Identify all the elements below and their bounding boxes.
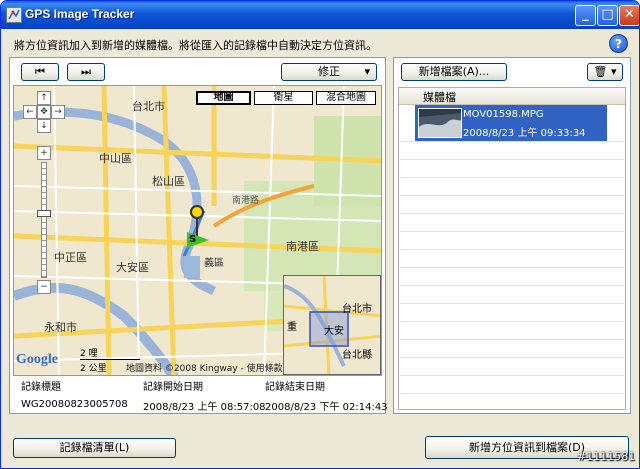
media-list-header[interactable]: 媒體檔 [399,88,625,105]
row-divider [400,159,624,160]
map-view[interactable]: ↑ ← ✥ → ↓ + − 台北市 中山區 松山區 南港區 中正區 大安區 義區… [13,85,382,376]
add-file-button[interactable]: 新增檔案(A)... [401,63,507,81]
row-divider [400,249,624,250]
scale-miles: 2 哩 [80,346,140,360]
zoom-slider-track[interactable] [41,162,47,278]
previous-button[interactable]: ⏮ [21,63,59,81]
log-start-header: 記錄開始日期 [143,382,203,393]
row-divider [400,213,624,214]
media-date: 2008/8/23 上午 09:33:34 [463,128,586,139]
correct-dropdown[interactable]: 修正 ▾ [281,63,377,81]
map-label-road: 南港路 [232,196,260,206]
row-divider [400,303,624,304]
trash-icon: 🗑 [593,65,608,78]
map-label-zhongshan: 中山區 [99,152,132,165]
start-marker-label: S [189,234,197,245]
pan-right-button[interactable]: → [51,105,65,119]
delete-dropdown[interactable]: 🗑 ▾ [587,63,623,81]
overview-label-daan: 大安 [324,326,344,337]
overview-map[interactable]: 台北市 大安 台北縣 重 [283,275,381,375]
overview-label-zhong: 重 [287,322,297,333]
chevron-down-icon: ▾ [364,65,370,78]
help-icon[interactable]: ? [609,34,628,53]
row-divider [400,267,624,268]
row-divider [400,339,624,340]
correct-label: 修正 [318,65,340,78]
map-label-xinyi: 義區 [204,258,224,269]
watermark-text: #1111581 [577,450,636,463]
pan-up-button[interactable]: ↑ [37,91,51,105]
row-divider [400,285,624,286]
log-title-value: WG20080823005708 [21,399,128,410]
pan-left-button[interactable]: ← [23,105,37,119]
chevron-down-icon: ▾ [610,65,617,78]
map-label-zhongzheng: 中正區 [54,251,87,264]
close-button[interactable]: ✕ [619,5,639,26]
app-window: GPS Image Tracker _ □ ✕ 將方位資訊加入到新增的媒體檔。將… [0,0,640,469]
media-list-item[interactable]: MOV01598.MPG 2008/8/23 上午 09:33:34 [415,105,607,141]
center-button[interactable]: ✥ [37,105,51,119]
zoom-out-button[interactable]: − [37,280,51,294]
app-icon [6,7,22,23]
row-divider [400,195,624,196]
map-type-map[interactable]: 地圖 [196,91,251,105]
video-thumbnail [418,108,462,138]
pan-down-button[interactable]: ↓ [37,119,51,133]
map-label-songshan: 松山區 [152,175,185,188]
window-title: GPS Image Tracker [25,7,135,21]
title-bar[interactable]: GPS Image Tracker _ □ ✕ [1,1,639,29]
log-title-header: 記錄標題 [21,382,61,393]
log-end-value: 2008/8/23 下午 02:14:43 [265,402,388,413]
row-divider [400,177,624,178]
next-button[interactable]: ⏭ [67,63,105,81]
media-column-header: 媒體檔 [423,91,456,104]
zoom-slider-handle[interactable] [37,210,51,217]
row-divider [400,141,624,142]
media-filename: MOV01598.MPG [463,109,544,120]
log-end-header: 記錄結束日期 [265,382,325,393]
overview-label-taipei-county: 台北縣 [342,350,372,361]
row-divider [400,393,624,394]
zoom-in-button[interactable]: + [37,146,51,160]
row-divider [400,231,624,232]
row-divider [400,321,624,322]
map-label-taipei-city: 台北市 [132,100,165,113]
gps-pin-icon [190,205,204,219]
row-divider [400,375,624,376]
row-divider [400,357,624,358]
instruction-text: 將方位資訊加入到新增的媒體檔。將從匯入的記錄檔中自動決定方位資訊。 [14,39,377,52]
map-label-daan: 大安區 [116,261,149,274]
minimize-button[interactable]: _ [575,5,596,26]
map-type-satellite[interactable]: 衛星 [254,91,313,105]
map-label-yonghe: 永和市 [44,321,77,334]
maximize-button[interactable]: □ [597,5,618,26]
log-start-value: 2008/8/23 上午 08:57:08 [143,402,266,413]
overview-label-taipei-city: 台北市 [342,304,372,315]
map-label-nangang: 南港區 [286,240,319,253]
google-logo: Google [16,352,58,367]
map-copyright: 地圖資料 ©2008 Kingway - 使用條款 [126,364,283,374]
log-list-button[interactable]: 記錄檔清單(L) [13,438,176,458]
map-type-hybrid[interactable]: 混合地圖 [316,91,376,105]
scale-km: 2 公里 [80,364,107,374]
